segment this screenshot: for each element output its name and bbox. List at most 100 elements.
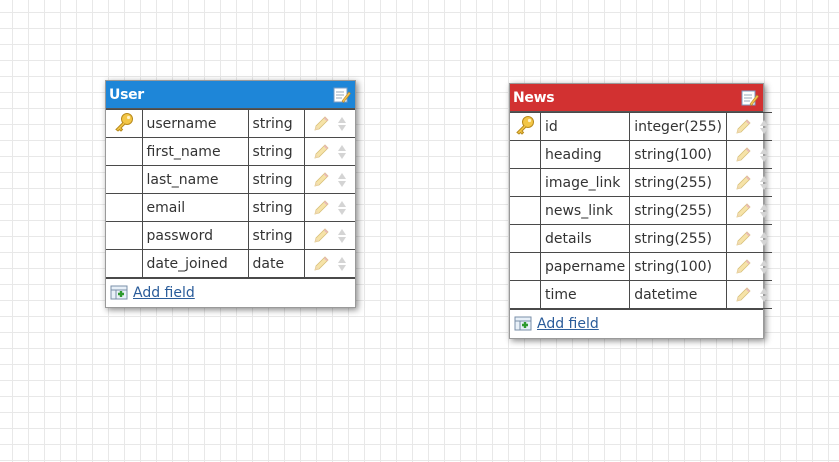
field-actions — [725, 140, 772, 169]
field-actions — [303, 165, 355, 194]
field-row[interactable]: username string — [106, 109, 355, 138]
reorder-arrows-icon[interactable] — [759, 119, 768, 134]
edit-field-icon[interactable] — [734, 118, 752, 136]
field-type: string(255) — [629, 224, 727, 253]
field-row[interactable]: heading string(100) — [510, 140, 772, 169]
primary-key-cell — [510, 280, 541, 309]
field-type: string(255) — [629, 168, 727, 197]
add-field-link[interactable]: Add field — [537, 316, 599, 332]
field-row[interactable]: id integer(255) — [510, 112, 772, 141]
field-row[interactable]: last_name string — [106, 165, 355, 194]
field-type: string(255) — [629, 196, 727, 225]
field-type: string(100) — [629, 252, 727, 281]
field-row[interactable]: first_name string — [106, 137, 355, 166]
reorder-arrows-icon[interactable] — [759, 203, 768, 218]
primary-key-cell — [106, 165, 143, 194]
field-name: first_name — [141, 137, 249, 166]
reorder-arrows-icon[interactable] — [759, 259, 768, 274]
field-actions — [725, 280, 772, 309]
edit-field-icon[interactable] — [312, 227, 330, 245]
edit-field-icon[interactable] — [734, 286, 752, 304]
field-row[interactable]: password string — [106, 221, 355, 250]
field-type: date — [247, 249, 305, 278]
fields-table: id integer(255) heading string(100) image_li… — [510, 112, 772, 309]
primary-key-cell — [510, 112, 541, 141]
add-field-icon[interactable] — [110, 284, 130, 302]
field-name: password — [141, 221, 249, 250]
field-row[interactable]: date_joined date — [106, 249, 355, 278]
add-field-icon[interactable] — [514, 315, 534, 333]
edit-field-icon[interactable] — [312, 143, 330, 161]
edit-field-icon[interactable] — [312, 255, 330, 273]
table-title: News — [513, 89, 555, 106]
field-actions — [725, 168, 772, 197]
edit-field-icon[interactable] — [734, 146, 752, 164]
field-name: time — [539, 280, 631, 309]
primary-key-cell — [510, 252, 541, 281]
primary-key-cell — [510, 168, 541, 197]
field-actions — [725, 252, 772, 281]
primary-key-cell — [106, 249, 143, 278]
field-row[interactable]: news_link string(255) — [510, 196, 772, 225]
edit-field-icon[interactable] — [734, 230, 752, 248]
table-header[interactable]: User — [106, 81, 355, 109]
reorder-arrows-icon[interactable] — [337, 200, 346, 215]
reorder-arrows-icon[interactable] — [759, 231, 768, 246]
reorder-arrows-icon[interactable] — [759, 175, 768, 190]
field-type: string — [247, 165, 305, 194]
table-news[interactable]: News id integer(255) heading string(100) ima… — [509, 83, 772, 339]
field-type: datetime — [629, 280, 727, 309]
edit-table-icon[interactable] — [333, 86, 351, 104]
field-type: string — [247, 221, 305, 250]
edit-field-icon[interactable] — [312, 199, 330, 217]
field-type: string — [247, 109, 305, 138]
field-name: image_link — [539, 168, 631, 197]
edit-table-icon[interactable] — [741, 89, 759, 107]
field-type: string — [247, 193, 305, 222]
field-row[interactable]: details string(255) — [510, 224, 772, 253]
field-name: username — [141, 109, 249, 138]
primary-key-cell — [106, 221, 143, 250]
field-name: papername — [539, 252, 631, 281]
reorder-arrows-icon[interactable] — [337, 256, 346, 271]
field-type: string(100) — [629, 140, 727, 169]
reorder-arrows-icon[interactable] — [337, 172, 346, 187]
edit-field-icon[interactable] — [734, 258, 752, 276]
add-field-link[interactable]: Add field — [133, 285, 195, 301]
field-row[interactable]: email string — [106, 193, 355, 222]
table-title: User — [109, 86, 144, 103]
key-icon — [113, 112, 135, 136]
reorder-arrows-icon[interactable] — [337, 116, 346, 131]
field-actions — [725, 224, 772, 253]
reorder-arrows-icon[interactable] — [759, 147, 768, 162]
field-name: date_joined — [141, 249, 249, 278]
reorder-arrows-icon[interactable] — [759, 287, 768, 302]
reorder-arrows-icon[interactable] — [337, 144, 346, 159]
field-row[interactable]: time datetime — [510, 280, 772, 309]
field-name: id — [539, 112, 631, 141]
table-header[interactable]: News — [510, 84, 763, 112]
primary-key-cell — [510, 140, 541, 169]
edit-field-icon[interactable] — [734, 202, 752, 220]
field-actions — [725, 196, 772, 225]
primary-key-cell — [106, 109, 143, 138]
field-actions — [303, 109, 355, 138]
edit-field-icon[interactable] — [312, 171, 330, 189]
primary-key-cell — [106, 193, 143, 222]
field-name: last_name — [141, 165, 249, 194]
field-name: email — [141, 193, 249, 222]
edit-field-icon[interactable] — [312, 115, 330, 133]
field-row[interactable]: papername string(100) — [510, 252, 772, 281]
field-name: heading — [539, 140, 631, 169]
field-name: details — [539, 224, 631, 253]
field-row[interactable]: image_link string(255) — [510, 168, 772, 197]
reorder-arrows-icon[interactable] — [337, 228, 346, 243]
table-user[interactable]: User username string first_name string last_… — [105, 80, 356, 308]
field-actions — [303, 249, 355, 278]
fields-table: username string first_name string last_name s… — [106, 109, 355, 278]
field-type: integer(255) — [629, 112, 727, 141]
field-name: news_link — [539, 196, 631, 225]
primary-key-cell — [510, 196, 541, 225]
add-field-row: Add field — [510, 309, 763, 338]
edit-field-icon[interactable] — [734, 174, 752, 192]
